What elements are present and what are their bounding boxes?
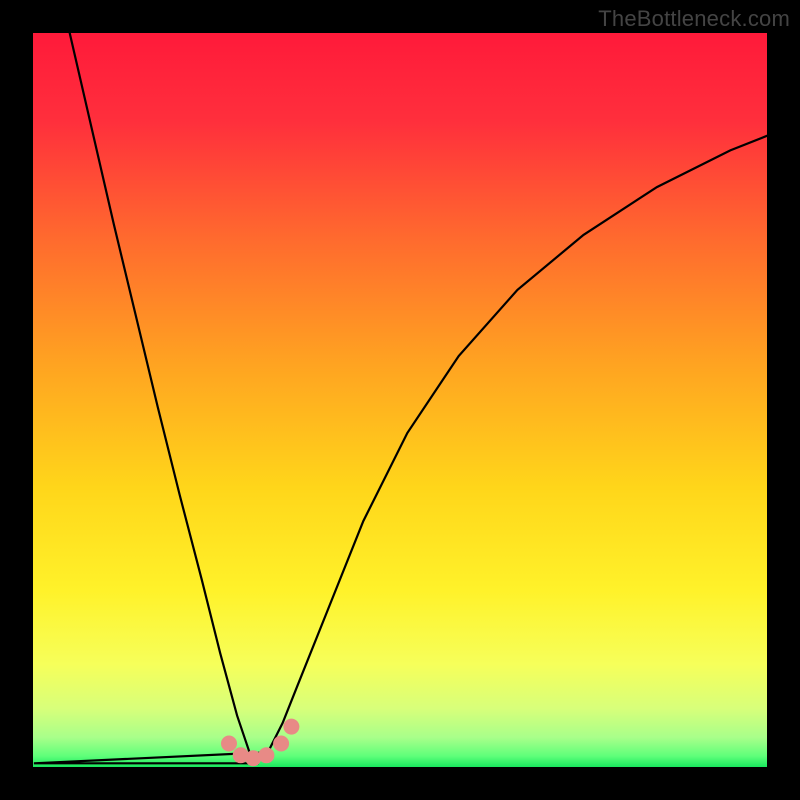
plot-area <box>33 33 767 767</box>
watermark-text: TheBottleneck.com <box>598 6 790 32</box>
trough-dot <box>221 736 237 752</box>
trough-dot <box>258 747 274 763</box>
chart-frame: TheBottleneck.com <box>0 0 800 800</box>
gradient-background <box>33 33 767 767</box>
trough-dot <box>283 719 299 735</box>
plot-svg <box>33 33 767 767</box>
trough-dot <box>245 750 261 766</box>
trough-dot <box>273 736 289 752</box>
